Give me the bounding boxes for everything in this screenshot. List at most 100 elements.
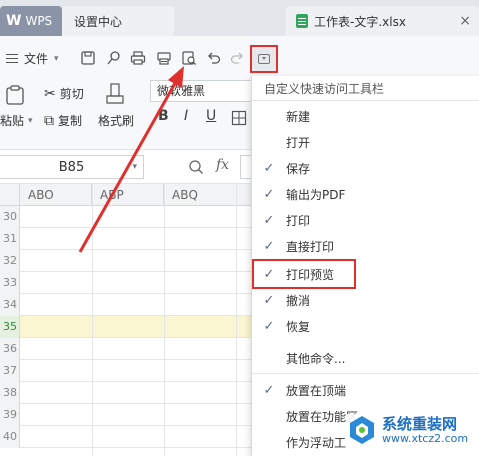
paste-label: 粘贴 [0,114,25,128]
tab-settings-label: 设置中心 [74,14,123,29]
table-row[interactable]: 35 [0,316,252,338]
file-menu-button[interactable]: 文件 ▾ [6,50,59,67]
row-number[interactable]: 40 [0,426,20,448]
fx-icon[interactable]: fx [216,157,229,173]
menu-item-label: 打印 [286,213,311,228]
cut-button[interactable]: ✂ 剪切 [44,85,84,102]
format-painter-label: 格式刷 [98,114,135,128]
table-row[interactable]: 30 [0,206,252,228]
find-icon[interactable] [106,50,122,66]
chevron-down-icon: ▾ [132,162,137,172]
row-number[interactable]: 31 [0,228,20,250]
menu-title: 自定义快速访问工具栏 [264,82,385,96]
row-number[interactable]: 38 [0,382,20,404]
table-row[interactable]: 33 [0,272,252,294]
watermark-name: 系统重装网 [382,415,458,433]
row-number[interactable]: 35 [0,316,20,338]
row-number[interactable]: 37 [0,360,20,382]
spreadsheet-grid[interactable]: ABO ABP ABQ 30 31 32 33 34 35 36 37 38 39 40 [0,184,252,456]
site-watermark: 系统重装网 www.xtcz2.com [346,414,469,446]
tab-wps-home[interactable]: W WPS [0,6,62,36]
spreadsheet-file-icon [296,14,308,28]
table-row[interactable]: 39 [0,404,252,426]
checkmark-icon: ✓ [263,292,275,308]
menu-item-label: 撤消 [286,293,311,308]
row-number[interactable]: 33 [0,272,20,294]
menu-item-label: 其他命令... [286,351,346,366]
menu-item-label: 恢复 [286,319,311,334]
file-menu-label: 文件 [24,52,49,66]
cut-label: 剪切 [59,87,84,101]
print-preview-icon[interactable] [181,50,197,66]
menu-item-label: 作为浮动工 [286,435,347,450]
table-row[interactable]: 32 [0,250,252,272]
chevron-down-icon: ▾ [54,53,59,64]
hamburger-icon [6,54,18,63]
save-icon[interactable] [80,50,96,66]
tab-document[interactable]: 工作表-文字.xlsx × [286,6,479,36]
column-header[interactable]: ABP [92,184,164,206]
menu-item-label: 输出为PDF [286,187,346,202]
menu-item[interactable]: 打开 [252,129,479,155]
checkmark-icon: ✓ [263,186,275,202]
menu-item[interactable]: ✓ 直接打印 [252,233,479,259]
menu-item[interactable]: ✓ 打印 [252,207,479,233]
menu-item[interactable]: ✓ 保存 [252,155,479,181]
print-preview-highlight-box [252,259,356,289]
border-icon[interactable] [231,110,247,126]
row-number[interactable]: 34 [0,294,20,316]
checkmark-icon: ✓ [263,160,275,176]
menu-item-label: 保存 [286,161,311,176]
table-row[interactable]: 37 [0,360,252,382]
column-header[interactable]: ABQ [164,184,252,206]
dropdown-arrow-icon [258,54,270,64]
table-row[interactable]: 38 [0,382,252,404]
row-number[interactable]: 39 [0,404,20,426]
table-row[interactable]: 36 [0,338,252,360]
paste-icon[interactable] [4,84,26,106]
copy-button[interactable]: ⧉ 复制 [44,112,82,129]
format-painter-button[interactable]: 格式刷 [98,112,134,129]
undo-icon[interactable] [206,50,222,66]
underline-button[interactable]: U [206,108,216,124]
menu-item[interactable]: ✓ 撤消 [252,287,479,313]
checkmark-icon: ✓ [263,238,275,254]
corner-cell[interactable] [0,184,20,206]
print-icon[interactable] [130,50,146,66]
checkmark-icon: ✓ [263,318,275,334]
redo-icon[interactable] [229,50,245,66]
watermark-url: www.xtcz2.com [382,432,469,445]
close-icon[interactable]: × [459,13,471,29]
zoom-icon[interactable] [188,159,204,175]
menu-item[interactable]: ✓ 恢复 [252,313,479,339]
table-row[interactable]: 40 [0,426,252,448]
grid-line [236,184,237,456]
bold-button[interactable]: B [158,108,169,124]
font-name-select[interactable]: 微软雅黑 [150,80,252,102]
table-row[interactable]: 31 [0,228,252,250]
menu-item[interactable]: 其他命令... [252,345,479,371]
wps-logo-icon: W [6,13,22,29]
name-box[interactable]: B85 ▾ [0,155,144,179]
tab-document-label: 工作表-文字.xlsx [314,14,406,29]
row-number[interactable]: 30 [0,206,20,228]
divider [252,100,479,101]
divider [252,373,479,374]
chevron-down-icon: ▾ [28,115,33,126]
italic-button[interactable]: I [184,108,188,124]
direct-print-icon[interactable] [156,50,172,66]
menu-item[interactable]: ✓ 输出为PDF [252,181,479,207]
copy-icon: ⧉ [44,112,54,129]
customize-toolbar-button[interactable] [250,45,278,73]
tab-settings[interactable]: 设置中心 [62,6,174,36]
row-number[interactable]: 32 [0,250,20,272]
format-painter-icon[interactable] [104,82,126,106]
checkmark-icon: ✓ [263,212,275,228]
table-row[interactable]: 34 [0,294,252,316]
menu-item[interactable]: 新建 [252,103,479,129]
tab-bar: W WPS 设置中心 工作表-文字.xlsx × [0,0,479,36]
column-header[interactable]: ABO [20,184,92,206]
row-number[interactable]: 36 [0,338,20,360]
menu-item[interactable]: ✓ 放置在顶端 [252,377,479,403]
paste-button[interactable]: 粘贴 ▾ [0,112,33,129]
